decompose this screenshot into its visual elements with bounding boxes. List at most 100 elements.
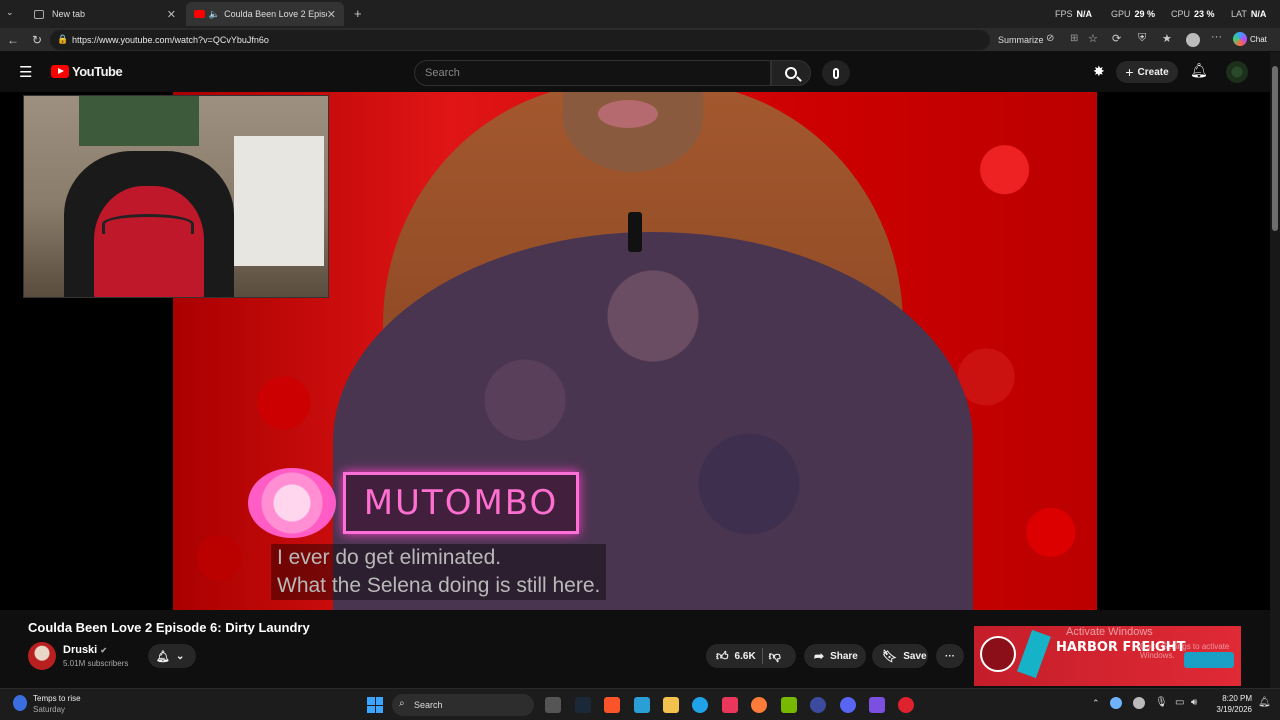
app-icon[interactable]	[810, 697, 826, 713]
discord-icon[interactable]	[840, 697, 856, 713]
thumbs-up-icon: 👍︎	[716, 648, 729, 663]
steam-icon[interactable]	[575, 697, 591, 713]
tiktok-icon[interactable]	[722, 697, 738, 713]
start-windows-icon[interactable]	[367, 697, 383, 713]
nvidia-icon[interactable]	[781, 697, 797, 713]
lock-icon: 🔒	[57, 34, 69, 44]
chevron-down-icon: ⌄	[175, 650, 185, 662]
cpu-stat: CPU 23 %	[1171, 9, 1215, 19]
url-text: https://www.youtube.com/watch?v=QCvYbuJf…	[72, 35, 269, 45]
youtube-favicon-icon	[194, 10, 205, 18]
weather-icon[interactable]	[13, 695, 27, 711]
sponsored-ad-banner[interactable]: HARBOR FREIGHT Activate Windows Go to Se…	[974, 626, 1241, 686]
plus-icon: +	[1125, 64, 1134, 80]
hamburger-menu-icon[interactable]: ☰	[19, 63, 32, 81]
youtube-play-icon	[51, 65, 69, 78]
fps-stat: FPS N/A	[1055, 9, 1093, 19]
activate-windows-watermark: Activate Windows	[1066, 626, 1153, 638]
tray-app-icon[interactable]	[1110, 697, 1122, 709]
taskbar-search[interactable]: ⌕ Search	[392, 694, 534, 716]
channel-avatar[interactable]	[28, 642, 56, 670]
tab-label: Coulda Been Love 2 Episode 6	[224, 9, 327, 19]
save-button[interactable]: 🔖︎ Save	[872, 644, 928, 668]
create-button[interactable]: + Create	[1116, 61, 1178, 83]
video-title: Coulda Been Love 2 Episode 6: Dirty Laun…	[28, 620, 310, 635]
like-dislike-group: 👍︎ 6.6K 👎︎	[706, 644, 796, 668]
headphones-icon	[102, 214, 194, 234]
windows-taskbar: Temps to rise Saturday ⌕ Search ⌃ 🎙︎ ▭ 🔊…	[0, 688, 1280, 720]
bookmark-icon: 🔖︎	[882, 649, 898, 663]
like-button[interactable]: 👍︎ 6.6K	[716, 649, 756, 664]
activate-windows-hint: Go to Settings to activate Windows.	[1140, 642, 1230, 660]
create-sparkle-icon[interactable]: ✸	[1093, 63, 1105, 80]
heart-logo-icon	[248, 468, 336, 538]
summarize-button[interactable]: Summarize	[998, 35, 1044, 45]
speaker-icon: 🔈	[208, 8, 221, 19]
recording-app-icon[interactable]	[898, 697, 914, 713]
more-actions-button[interactable]: ···	[936, 644, 964, 668]
tab-new-tab[interactable]: New tab ✕	[26, 2, 184, 26]
browser-essentials-icon[interactable]: ⛨	[1138, 32, 1146, 45]
notifications-bell-icon[interactable]: 🔔︎	[1190, 62, 1208, 79]
dislike-button[interactable]: 👎︎	[769, 649, 781, 664]
firefox-icon[interactable]	[751, 697, 767, 713]
summarize-icon[interactable]: ⊘	[1046, 33, 1054, 44]
close-tab-icon[interactable]: ✕	[327, 8, 336, 21]
share-button[interactable]: ➦ Share	[804, 644, 866, 668]
favorite-star-icon[interactable]: ☆	[1088, 32, 1098, 45]
microphone-icon[interactable]: 🎙︎	[1155, 697, 1168, 708]
gpu-stat: GPU 29 %	[1111, 9, 1156, 19]
verified-check-icon: ✔	[100, 646, 108, 655]
tab-youtube-video[interactable]: 🔈 Coulda Been Love 2 Episode 6 ✕	[186, 2, 344, 26]
refresh-icon[interactable]: ↻	[29, 32, 45, 48]
subscription-bell-button[interactable]: 🔔︎ ⌄	[148, 644, 196, 668]
system-clock[interactable]: 8:20 PM 3/19/2026	[1208, 693, 1252, 715]
task-view-icon[interactable]	[545, 697, 561, 713]
tab-label: New tab	[52, 9, 86, 19]
channel-name[interactable]: Druski ✔	[63, 644, 107, 656]
edge-icon[interactable]	[692, 697, 708, 713]
weather-widget[interactable]: Temps to rise Saturday	[33, 693, 81, 715]
video-player[interactable]: MUTOMBO I ever do get eliminated. What t…	[0, 92, 1270, 610]
notification-icon[interactable]: 🔔︎	[1258, 697, 1271, 708]
more-menu-icon[interactable]: ···	[1211, 31, 1222, 43]
copilot-chat-button[interactable]: Chat	[1233, 32, 1267, 46]
youtube-header: ☰ YouTube Search ✸ + Create 🔔︎	[0, 52, 1270, 92]
ad-logo-icon	[980, 636, 1016, 672]
necklace-pendant	[628, 212, 642, 252]
video-subject-mouth	[598, 100, 658, 128]
account-avatar[interactable]	[1226, 61, 1248, 83]
favorites-icon[interactable]: ★	[1162, 32, 1172, 45]
extensions-icon[interactable]: ⟳	[1112, 32, 1121, 45]
apps-icon[interactable]: ⊞	[1070, 33, 1078, 44]
tool-image	[1017, 629, 1051, 679]
close-tab-icon[interactable]: ✕	[167, 8, 176, 21]
subscriber-count: 5.01M subscribers	[63, 659, 129, 668]
caption-line: What the Selena doing is still here.	[277, 574, 601, 597]
app-grid-icon[interactable]	[869, 697, 885, 713]
brave-icon[interactable]	[604, 697, 620, 713]
thumbs-down-icon: 👎︎	[768, 648, 781, 663]
file-explorer-icon[interactable]	[663, 697, 679, 713]
search-input[interactable]: Search	[414, 60, 771, 86]
network-icon[interactable]: ▭	[1175, 697, 1184, 708]
voice-search-button[interactable]	[822, 60, 850, 86]
address-bar[interactable]: 🔒 https://www.youtube.com/watch?v=QCvYbu…	[50, 30, 1044, 50]
tray-steam-icon[interactable]	[1133, 697, 1145, 709]
new-tab-plus-icon[interactable]: +	[354, 6, 362, 21]
volume-icon[interactable]: 🔊︎	[1191, 697, 1197, 708]
browser-tab-strip: ⌄ New tab ✕ 🔈 Coulda Been Love 2 Episode…	[0, 0, 1280, 28]
wall-poster	[79, 96, 199, 146]
tray-chevron-up-icon[interactable]: ⌃	[1092, 698, 1100, 709]
profile-avatar[interactable]	[1186, 33, 1200, 47]
search-button[interactable]	[771, 60, 811, 86]
youtube-logo[interactable]: YouTube	[51, 64, 123, 79]
lat-stat: LAT N/A	[1231, 9, 1267, 19]
microphone-icon	[833, 67, 839, 79]
scrollbar-thumb[interactable]	[1272, 66, 1278, 231]
more-dots-icon: ···	[945, 650, 955, 662]
tab-list-chevron-icon[interactable]: ⌄	[6, 7, 14, 18]
back-arrow-icon[interactable]: ←	[5, 32, 21, 48]
notepad-icon[interactable]	[634, 697, 650, 713]
search-icon: ⌕	[399, 698, 405, 709]
